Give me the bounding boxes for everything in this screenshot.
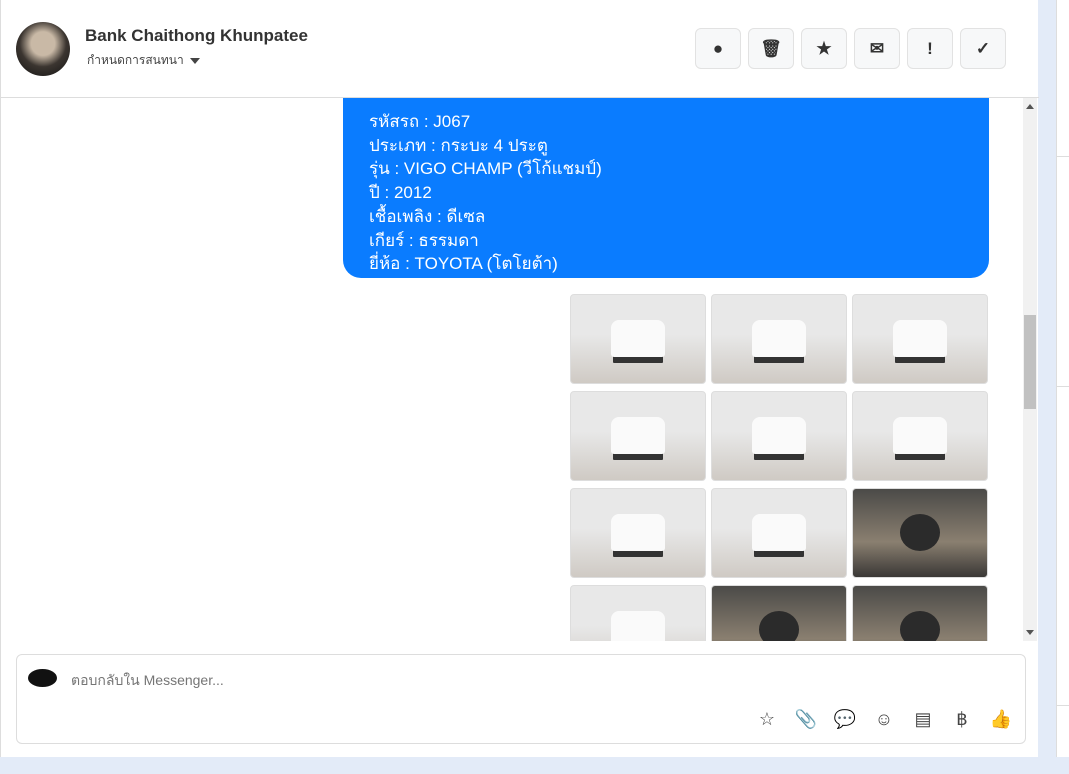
scrollbar[interactable] bbox=[1023, 98, 1037, 641]
composer-tools: ☆ 📎 💬 ☺ ▤ ฿ 👍 bbox=[755, 707, 1013, 731]
message-line: ประเภท : กระบะ 4 ประตู bbox=[369, 135, 548, 155]
car-photo[interactable] bbox=[570, 391, 706, 481]
car-photo[interactable] bbox=[711, 294, 847, 384]
check-button[interactable]: ✓ bbox=[960, 28, 1006, 69]
message-list: รหัสรถ : J067 ประเภท : กระบะ 4 ประตูรุ่น … bbox=[1, 98, 1039, 641]
car-photo[interactable] bbox=[570, 585, 706, 641]
truncated-line bbox=[355, 98, 989, 110]
thumbs-up-icon[interactable]: 👍 bbox=[989, 707, 1013, 731]
car-photo[interactable] bbox=[711, 488, 847, 578]
envelope-button[interactable]: ✉ bbox=[854, 28, 900, 69]
exclamation-icon: ! bbox=[927, 38, 933, 58]
header-actions: ● 🗑 ★ ✉! ✓ bbox=[695, 28, 1006, 69]
conversation-panel: Bank Chaithong Khunpatee กำหนดการสนทนา ●… bbox=[0, 0, 1039, 757]
car-shape bbox=[611, 416, 665, 454]
conversation-settings-dropdown[interactable]: กำหนดการสนทนา bbox=[87, 51, 200, 70]
alert-circle-button[interactable]: ● bbox=[695, 28, 741, 69]
envelope-icon: ✉ bbox=[869, 38, 885, 58]
composer: ☆ 📎 💬 ☺ ▤ ฿ 👍 bbox=[16, 654, 1026, 744]
car-photo[interactable] bbox=[852, 488, 988, 578]
car-shape bbox=[611, 610, 665, 641]
avatar[interactable] bbox=[16, 22, 70, 76]
trash-icon: 🗑 bbox=[760, 38, 782, 58]
car-photo[interactable] bbox=[852, 391, 988, 481]
car-photo[interactable] bbox=[570, 488, 706, 578]
car-photo[interactable] bbox=[570, 294, 706, 384]
car-shape bbox=[758, 610, 800, 641]
car-shape bbox=[752, 319, 806, 357]
contact-name[interactable]: Bank Chaithong Khunpatee bbox=[85, 26, 308, 46]
car-shape bbox=[899, 513, 941, 551]
scrollbar-thumb[interactable] bbox=[1024, 315, 1036, 409]
message-bubble: รหัสรถ : J067 ประเภท : กระบะ 4 ประตูรุ่น … bbox=[343, 98, 989, 278]
car-photo[interactable] bbox=[852, 294, 988, 384]
car-shape bbox=[893, 416, 947, 454]
car-shape bbox=[752, 416, 806, 454]
trash-button[interactable]: 🗑 bbox=[748, 28, 794, 69]
page-avatar bbox=[28, 669, 57, 687]
scroll-up-icon[interactable] bbox=[1026, 104, 1034, 109]
message-line: ยี่ห้อ : TOYOTA (โตโยต้า) bbox=[369, 254, 558, 274]
star-button[interactable]: ★ bbox=[801, 28, 847, 69]
message-line: เกียร์ : ธรรมดา bbox=[369, 230, 479, 250]
message-line: รุ่น : VIGO CHAMP (วีโก้แชมป์) bbox=[369, 159, 602, 179]
car-shape bbox=[899, 610, 941, 641]
baht-icon[interactable]: ฿ bbox=[950, 707, 974, 731]
caret-down-icon bbox=[189, 57, 200, 64]
emoji-icon[interactable]: ☺ bbox=[872, 707, 896, 731]
car-shape bbox=[893, 319, 947, 357]
car-shape bbox=[611, 513, 665, 551]
right-panel-edge bbox=[1056, 0, 1069, 757]
attachment-icon[interactable]: 📎 bbox=[794, 707, 818, 731]
saved-reply-icon[interactable]: ☆ bbox=[755, 707, 779, 731]
conversation-settings-label: กำหนดการสนทนา bbox=[87, 53, 184, 67]
car-photo[interactable] bbox=[711, 391, 847, 481]
message-line: ปี : 2012 bbox=[369, 183, 432, 203]
car-shape bbox=[752, 513, 806, 551]
alert-circle-icon: ● bbox=[712, 38, 724, 58]
car-shape bbox=[611, 319, 665, 357]
notes-icon[interactable]: ▤ bbox=[911, 707, 935, 731]
chat-bubble-icon[interactable]: 💬 bbox=[833, 707, 857, 731]
scroll-down-icon[interactable] bbox=[1026, 630, 1034, 635]
message-line: เชื้อเพลิง : ดีเซล bbox=[369, 206, 486, 226]
message-line: รหัสรถ : J067 bbox=[369, 112, 471, 131]
car-photo[interactable] bbox=[852, 585, 988, 641]
reply-input[interactable] bbox=[71, 672, 671, 688]
check-icon: ✓ bbox=[975, 38, 991, 58]
car-photo[interactable] bbox=[711, 585, 847, 641]
conversation-header: Bank Chaithong Khunpatee กำหนดการสนทนา ●… bbox=[1, 0, 1039, 98]
star-icon: ★ bbox=[816, 38, 832, 58]
image-gallery bbox=[570, 294, 988, 641]
exclamation-button[interactable]: ! bbox=[907, 28, 953, 69]
